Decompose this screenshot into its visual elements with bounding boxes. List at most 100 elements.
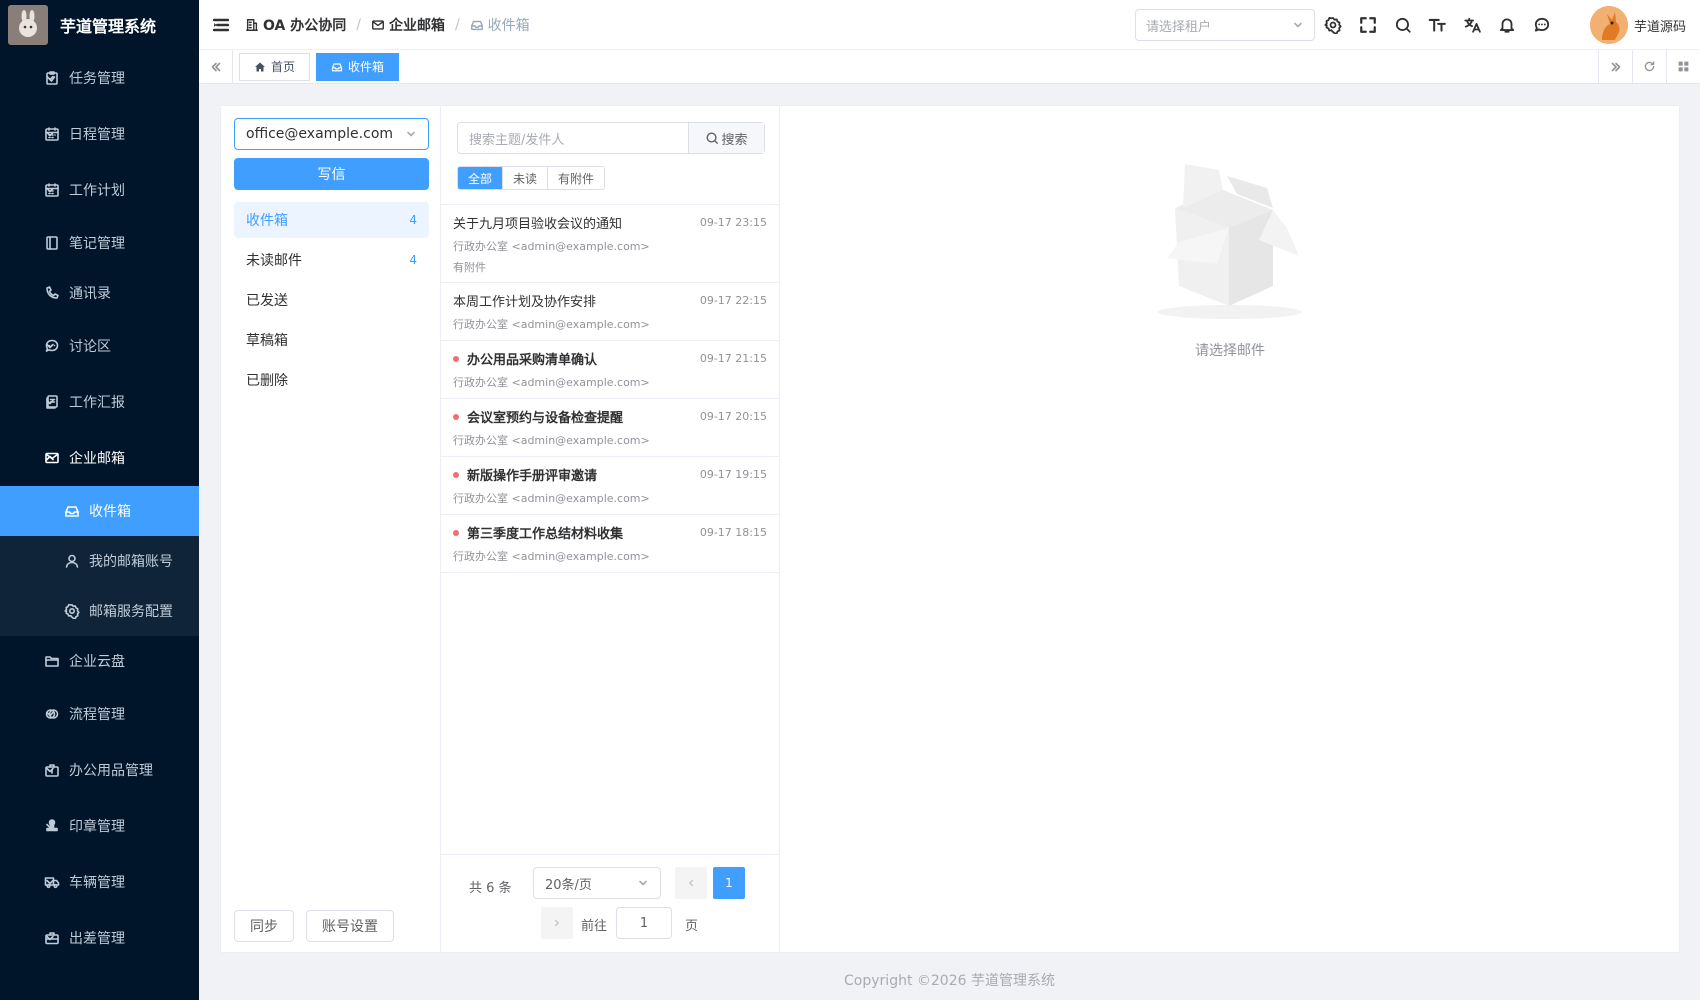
mail-list-item[interactable]: 第三季度工作总结材料收集 09-17 18:15 行政办公室 <admin@ex…: [441, 515, 779, 573]
bell-icon[interactable]: [1498, 16, 1516, 34]
sidebar-item-label: 我的邮箱账号: [89, 554, 173, 570]
sidebar-item-label: 工作计划: [69, 183, 125, 199]
sidebar-item-work-plan[interactable]: 工作计划: [0, 162, 199, 218]
chevron-down-icon: [407, 131, 415, 137]
page-number-button[interactable]: 1: [713, 867, 745, 899]
filter-all[interactable]: 全部: [458, 167, 504, 189]
filter-has-attachment[interactable]: 有附件: [548, 167, 605, 189]
sidebar-item-task[interactable]: 任务管理: [0, 50, 199, 106]
mail-subject-text: 关于九月项目验收会议的通知: [453, 217, 623, 232]
filter-unread[interactable]: 未读: [503, 167, 549, 189]
unread-dot: [453, 529, 459, 536]
sidebar-item-my-mail-account[interactable]: 我的邮箱账号: [0, 536, 199, 586]
phone-icon: [46, 286, 59, 299]
avatar[interactable]: [1590, 6, 1628, 44]
fullscreen-icon[interactable]: [1359, 16, 1377, 34]
folder-inbox[interactable]: 收件箱 4: [234, 202, 429, 238]
folder-deleted[interactable]: 已删除: [234, 362, 429, 398]
mail-subject-text: 新版操作手册评审邀请: [467, 469, 598, 484]
mail-list-item[interactable]: 会议室预约与设备检查提醒 09-17 20:15 行政办公室 <admin@ex…: [441, 399, 779, 457]
breadcrumb-label: OA 办公协同: [263, 17, 347, 34]
chevron-down-icon: [46, 399, 54, 405]
goto-page-input[interactable]: 1: [616, 907, 672, 939]
tags-refresh-button[interactable]: [1632, 49, 1666, 84]
breadcrumb-item-mail[interactable]: 企业邮箱: [371, 15, 445, 35]
mail-subject-text: 办公用品采购清单确认: [467, 353, 598, 368]
sidebar-item-mail[interactable]: 企业邮箱: [0, 430, 199, 486]
mail-sender: 行政办公室 <admin@example.com>: [453, 240, 650, 253]
chevron-down-icon: [46, 823, 54, 829]
page-size-select[interactable]: 20条/页: [533, 867, 661, 899]
folder-unread[interactable]: 未读邮件 4: [234, 242, 429, 278]
tenant-select[interactable]: 请选择租户: [1135, 9, 1315, 41]
sidebar-item-work-report[interactable]: 工作汇报: [0, 374, 199, 430]
breadcrumb-item-oa[interactable]: OA 办公协同: [245, 15, 346, 35]
next-page-button[interactable]: [541, 907, 573, 939]
mail-list-item[interactable]: 本周工作计划及协作安排 09-17 22:15 行政办公室 <admin@exa…: [441, 283, 779, 341]
app-title: 芋道管理系统: [60, 17, 157, 36]
tags-menu-button[interactable]: [1666, 49, 1700, 84]
mail-sender: 行政办公室 <admin@example.com>: [453, 434, 650, 447]
chevron-down-icon: [639, 880, 647, 886]
prev-page-button[interactable]: [675, 867, 707, 899]
mail-folder-panel: office@example.com 写信 收件箱 4 未读邮件 4 已发送 草…: [220, 105, 440, 953]
font-size-icon[interactable]: [1428, 16, 1446, 34]
mail-list-item[interactable]: 关于九月项目验收会议的通知 09-17 23:15 行政办公室 <admin@e…: [441, 205, 779, 283]
sidebar-item-notes[interactable]: 笔记管理: [0, 218, 199, 268]
sidebar-item-label: 车辆管理: [69, 875, 125, 891]
search-button-label: 搜索: [721, 132, 748, 148]
double-chevron-left-icon: [211, 62, 220, 71]
compose-button[interactable]: 写信: [234, 158, 429, 190]
message-icon[interactable]: [1533, 16, 1551, 34]
sidebar-item-vehicle[interactable]: 车辆管理: [0, 854, 199, 910]
sidebar-item-schedule[interactable]: 日程管理: [0, 106, 199, 162]
mail-search-input[interactable]: 搜索主题/发件人: [458, 123, 688, 153]
home-icon: [255, 62, 265, 71]
sidebar-item-business-trip[interactable]: 出差管理: [0, 910, 199, 966]
user-name[interactable]: 芋道源码: [1634, 16, 1686, 35]
inbox-icon: [331, 62, 343, 71]
mail-search-box: 搜索主题/发件人 搜索: [457, 122, 765, 154]
sidebar-item-mail-config[interactable]: 邮箱服务配置: [0, 586, 199, 636]
chevron-down-icon: [46, 343, 54, 349]
sidebar-item-contacts[interactable]: 通讯录: [0, 268, 199, 318]
mail-subject-text: 本周工作计划及协作安排: [453, 295, 597, 310]
sidebar-item-discussion[interactable]: 讨论区: [0, 318, 199, 374]
sidebar-item-inbox[interactable]: 收件箱: [0, 486, 199, 536]
search-icon[interactable]: [1394, 16, 1412, 34]
sidebar-item-seal[interactable]: 印章管理: [0, 798, 199, 854]
chevron-down-icon: [46, 711, 54, 717]
sidebar-item-label: 通讯录: [69, 286, 111, 302]
folder-drafts[interactable]: 草稿箱: [234, 322, 429, 358]
user-icon: [65, 554, 79, 568]
sidebar-item-label: 任务管理: [69, 71, 125, 87]
account-settings-button[interactable]: 账号设置: [306, 910, 394, 942]
mail-filter-group: 全部 未读 有附件: [457, 166, 606, 190]
tag-home[interactable]: 首页: [239, 52, 311, 81]
sidebar-item-label: 流程管理: [69, 707, 125, 723]
settings-gear-icon[interactable]: [1324, 16, 1342, 34]
sidebar-item-label: 工作汇报: [69, 395, 125, 411]
hamburger-icon[interactable]: [211, 15, 231, 35]
tags-scroll-right-button[interactable]: [1598, 49, 1632, 84]
folder-sent[interactable]: 已发送: [234, 282, 429, 318]
mail-list-item[interactable]: 办公用品采购清单确认 09-17 21:15 行政办公室 <admin@exam…: [441, 341, 779, 399]
breadcrumb-item-inbox: 收件箱: [470, 15, 530, 35]
mail-list-item[interactable]: 新版操作手册评审邀请 09-17 19:15 行政办公室 <admin@exam…: [441, 457, 779, 515]
sidebar-item-cloud-disk[interactable]: 企业云盘: [0, 636, 199, 686]
folder-icon: [45, 656, 59, 667]
sidebar-item-office-supplies[interactable]: 办公用品管理: [0, 742, 199, 798]
mail-subject-text: 第三季度工作总结材料收集: [467, 527, 624, 542]
mail-sender: 行政办公室 <admin@example.com>: [453, 318, 650, 331]
folder-label: 已发送: [246, 293, 288, 309]
empty-state-text: 请选择邮件: [1195, 343, 1265, 359]
translate-icon[interactable]: [1463, 16, 1481, 34]
tag-inbox[interactable]: 收件箱: [316, 52, 400, 81]
mail-account-select[interactable]: office@example.com: [234, 118, 429, 150]
folder-label: 收件箱: [246, 213, 288, 229]
sync-button[interactable]: 同步: [234, 910, 294, 942]
tags-scroll-left-button[interactable]: [199, 49, 233, 84]
sidebar-item-workflow[interactable]: 流程管理: [0, 686, 199, 742]
logo[interactable]: 芋道管理系统: [0, 0, 199, 50]
mail-search-button[interactable]: 搜索: [688, 123, 764, 153]
